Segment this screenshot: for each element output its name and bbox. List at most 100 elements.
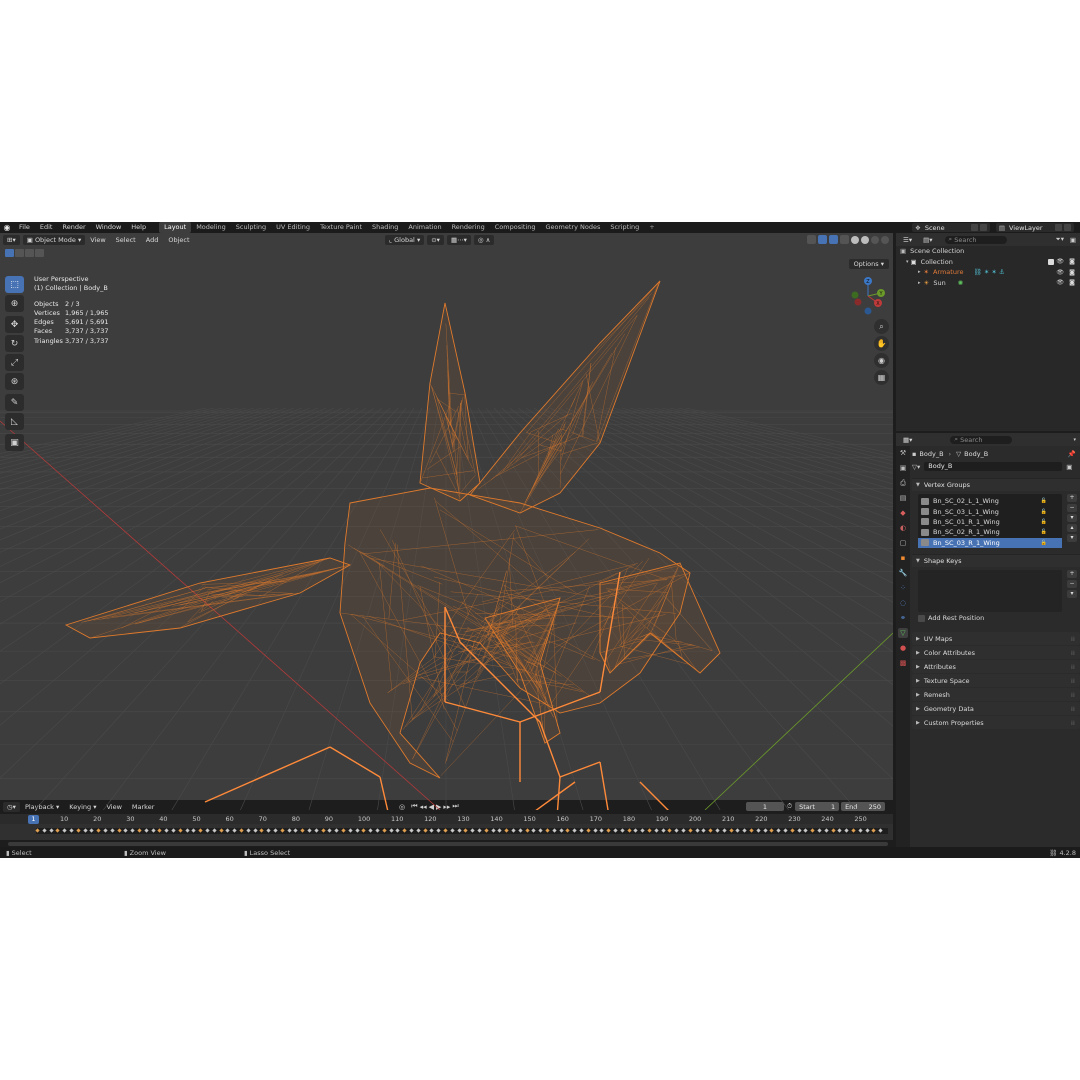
wire-part-outline[interactable] xyxy=(419,302,481,502)
pan-hand-icon[interactable]: ✋ xyxy=(874,336,889,351)
keyframe-marker[interactable] xyxy=(524,828,530,833)
keyframe-marker[interactable] xyxy=(545,828,550,833)
keyframe-marker[interactable] xyxy=(395,828,401,833)
drag-handle-icon[interactable]: ⁞⁞ xyxy=(1071,719,1075,727)
tab-uv-editing[interactable]: UV Editing xyxy=(271,222,315,233)
scale-tool-icon[interactable]: ⤢ xyxy=(5,354,24,371)
select-box-tool-icon[interactable]: ⬚ xyxy=(5,276,24,293)
keyframe-marker[interactable] xyxy=(688,828,693,833)
keyframe-marker[interactable] xyxy=(470,828,475,833)
keyframe-marker[interactable] xyxy=(674,828,679,833)
add-shape-key-button[interactable]: + xyxy=(1067,570,1077,578)
keyframe-marker[interactable] xyxy=(246,828,251,833)
keyframe-marker[interactable] xyxy=(361,828,367,833)
keyframe-marker[interactable] xyxy=(844,828,849,833)
keyframe-marker[interactable] xyxy=(450,828,455,833)
delete-scene-icon[interactable] xyxy=(979,224,987,231)
list-item[interactable]: Bn_SC_02_L_1_Wing 🔓 xyxy=(918,496,1062,506)
rendered-shading-icon[interactable] xyxy=(881,235,889,244)
keyframe-marker[interactable] xyxy=(728,828,734,833)
tab-texture-paint[interactable]: Texture Paint xyxy=(315,222,367,233)
lock-icon[interactable]: 🔓 xyxy=(1041,498,1047,504)
drag-handle-icon[interactable]: ⁞⁞ xyxy=(1071,663,1075,671)
add-rest-position-row[interactable]: Add Rest Position xyxy=(918,612,1080,624)
eye-icon[interactable]: 👁 xyxy=(1056,279,1064,286)
blender-logo-icon[interactable]: ◉ xyxy=(0,222,14,233)
keyframe-marker[interactable] xyxy=(69,828,74,833)
shape-key-list[interactable] xyxy=(918,570,1062,612)
keyframe-marker[interactable] xyxy=(375,828,380,833)
keyframe-marker[interactable] xyxy=(110,828,115,833)
texture-tab-icon[interactable]: ▩ xyxy=(898,658,908,668)
keyframe-marker[interactable] xyxy=(123,828,129,833)
zoom-icon[interactable]: ⌕ xyxy=(874,319,889,334)
lock-icon[interactable]: 🔓 xyxy=(1041,509,1047,515)
select-intersect-icon[interactable] xyxy=(35,249,44,257)
overlay-toggle-icon[interactable] xyxy=(829,235,838,244)
lock-icon[interactable]: 🔓 xyxy=(1041,519,1047,525)
keyframe-marker[interactable] xyxy=(579,828,584,833)
proportional-edit-toggle[interactable]: ◎ ∧ xyxy=(473,234,495,245)
keyframe-marker[interactable] xyxy=(647,828,652,833)
filter-icon[interactable]: ⏷▾ xyxy=(1056,235,1064,244)
select-subtract-icon[interactable] xyxy=(25,249,34,257)
new-view-layer-icon[interactable] xyxy=(1055,224,1062,231)
vertex-groups-panel-header[interactable]: ▼ Vertex Groups xyxy=(912,478,1080,491)
add-vertex-group-button[interactable]: + xyxy=(1067,494,1077,502)
scene-tab-icon[interactable]: ◆ xyxy=(898,508,908,518)
mesh-data-tab-icon[interactable]: ▽ xyxy=(898,628,908,638)
properties-editor-type-icon[interactable]: ▦▾ xyxy=(899,435,916,445)
editor-type-button[interactable]: ⊞▾ xyxy=(3,234,20,245)
keyframe-marker[interactable] xyxy=(232,828,237,833)
camera-view-icon[interactable]: ◉ xyxy=(874,353,889,368)
keyframe-marker[interactable] xyxy=(694,828,700,833)
keyframe-marker[interactable] xyxy=(484,828,489,833)
keyframe-marker[interactable] xyxy=(701,828,707,833)
keyframe-marker[interactable] xyxy=(96,828,101,833)
keyframe-marker[interactable] xyxy=(504,828,509,833)
rotate-tool-icon[interactable]: ↻ xyxy=(5,335,24,352)
view-layer-tab-icon[interactable]: ▤ xyxy=(898,493,908,503)
snap-toggle[interactable]: ▦⋯▾ xyxy=(446,234,471,245)
collection-row[interactable]: ▾ ▣ Collection 👁 ◙ xyxy=(896,257,1080,268)
gizmo-neg-x-axis[interactable] xyxy=(854,298,862,306)
options-button[interactable]: Options ▾ xyxy=(848,259,889,269)
keyframe-marker[interactable] xyxy=(463,828,469,833)
mesh-wireframe[interactable] xyxy=(64,280,721,779)
keyframe-marker[interactable] xyxy=(790,828,795,833)
keyframe-marker[interactable] xyxy=(164,828,169,833)
keyframe-marker[interactable] xyxy=(286,828,292,833)
keyframe-marker[interactable] xyxy=(348,828,353,833)
select-extend-icon[interactable] xyxy=(15,249,24,257)
keyframe-marker[interactable] xyxy=(708,828,713,833)
keyframe-marker[interactable] xyxy=(810,828,815,833)
3d-viewport[interactable]: ⊞▾ ▣ Object Mode ▾ View Select Add Objec… xyxy=(0,233,893,810)
keyframe-marker[interactable] xyxy=(327,828,333,833)
keyframe-area[interactable] xyxy=(0,824,893,840)
keyframe-marker[interactable] xyxy=(742,828,747,833)
keyframe-marker[interactable] xyxy=(626,828,632,833)
lock-icon[interactable]: 🔓 xyxy=(1041,540,1047,546)
move-up-button[interactable]: ▴ xyxy=(1067,524,1077,532)
keyframe-marker[interactable] xyxy=(409,828,414,833)
playhead[interactable]: 1 xyxy=(28,815,39,824)
keyframe-marker[interactable] xyxy=(864,828,870,833)
keyframe-marker[interactable] xyxy=(518,828,523,833)
drag-handle-icon[interactable]: ⁞⁞ xyxy=(1071,677,1075,685)
keyframe-marker[interactable] xyxy=(796,828,802,833)
keyframe-marker[interactable] xyxy=(416,828,421,833)
particles-tab-icon[interactable]: ⁘ xyxy=(898,583,908,593)
keyframe-marker[interactable] xyxy=(280,828,285,833)
keyframe-marker[interactable] xyxy=(715,828,720,833)
keyframe-marker[interactable] xyxy=(456,828,462,833)
keyframe-marker[interactable] xyxy=(307,828,312,833)
transform-tool-icon[interactable]: ⊛ xyxy=(5,373,24,390)
color-attributes-panel[interactable]: ▶ Color Attributes ⁞⁞ xyxy=(912,646,1080,659)
constraints-tab-icon[interactable]: ⚭ xyxy=(898,613,908,623)
keyframe-marker[interactable] xyxy=(178,828,183,833)
keyframe-marker[interactable] xyxy=(266,828,271,833)
expand-arrow-icon[interactable]: ▸ xyxy=(918,269,921,275)
remove-shape-key-button[interactable]: − xyxy=(1067,580,1077,588)
keyframe-marker[interactable] xyxy=(137,828,142,833)
keyframe-marker[interactable] xyxy=(422,828,428,833)
